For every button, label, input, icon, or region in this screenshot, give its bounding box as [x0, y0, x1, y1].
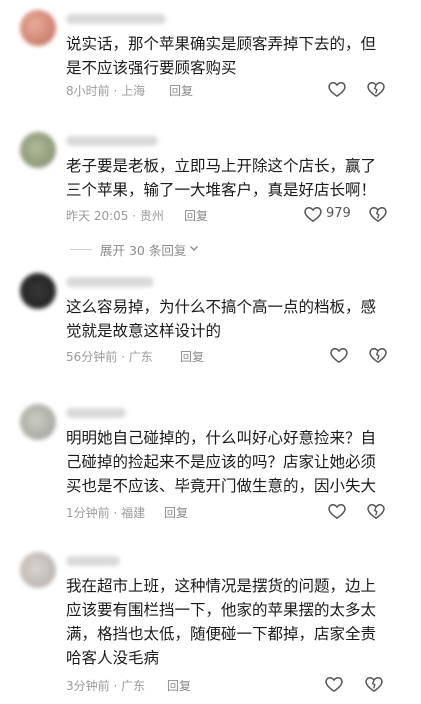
reply-button[interactable]: 回复	[180, 348, 204, 365]
comment-text: 明明她自己碰掉的，什么叫好心好意捡来？自己碰掉的捡起来不是应该的吗？店家让她必须…	[66, 429, 377, 495]
broken-heart-icon	[367, 81, 385, 97]
heart-outline-icon	[328, 81, 346, 97]
like-button[interactable]	[324, 674, 344, 694]
heart-outline-icon	[328, 503, 346, 519]
comment-text: 老子要是老板，立即马上开除这个店长，赢了三个苹果，输了一大堆客户，真是好店长啊！	[66, 157, 377, 199]
broken-heart-icon	[365, 676, 383, 692]
dislike-button[interactable]	[364, 674, 384, 694]
username[interactable]	[66, 277, 154, 287]
comment-text: 这么容易掉，为什么不搞个高一点的档板，感觉就是故意这样设计的	[66, 298, 377, 340]
avatar[interactable]	[20, 132, 56, 168]
like-button[interactable]	[327, 79, 347, 99]
comment-time-location: 昨天 20:05 · 贵州	[66, 209, 164, 223]
avatar[interactable]	[20, 10, 56, 46]
broken-heart-icon	[367, 503, 385, 519]
expand-replies-label: 展开 30 条回复	[100, 243, 187, 258]
dislike-button[interactable]	[368, 204, 388, 224]
dislike-button[interactable]	[366, 501, 386, 521]
dislike-button[interactable]	[366, 79, 386, 99]
comment-text: 我在超市上班，这种情况是摆货的问题，边上应该要有围栏挡一下，他家的苹果摆的太多太…	[66, 577, 377, 667]
comment-time-location: 1分钟前 · 福建	[66, 506, 146, 520]
avatar[interactable]	[20, 552, 56, 588]
like-button[interactable]	[303, 204, 323, 224]
comment-time-location: 3分钟前 · 广东	[66, 679, 146, 693]
username[interactable]	[66, 14, 166, 24]
expand-replies-button[interactable]: 展开 30 条回复	[70, 240, 200, 259]
like-button[interactable]	[329, 345, 349, 365]
reply-button[interactable]: 回复	[184, 207, 208, 224]
heart-outline-icon	[325, 676, 343, 692]
reply-button[interactable]: 回复	[164, 504, 188, 521]
avatar[interactable]	[20, 273, 56, 309]
username[interactable]	[66, 136, 158, 146]
chevron-down-icon	[188, 242, 200, 257]
reply-button[interactable]: 回复	[169, 82, 193, 99]
dislike-button[interactable]	[368, 345, 388, 365]
avatar[interactable]	[20, 404, 56, 440]
heart-outline-icon	[330, 347, 348, 363]
heart-outline-icon	[304, 206, 322, 222]
comment-time-location: 8小时前 · 上海	[66, 84, 146, 98]
broken-heart-icon	[369, 206, 387, 222]
reply-button[interactable]: 回复	[167, 677, 191, 694]
username[interactable]	[66, 408, 126, 418]
like-button[interactable]	[327, 501, 347, 521]
broken-heart-icon	[369, 347, 387, 363]
comment-text: 说实话，那个苹果确实是顾客弄掉下去的，但是不应该强行要顾客购买	[66, 35, 377, 77]
like-count: 979	[326, 206, 351, 221]
divider-line	[70, 249, 92, 250]
comment-time-location: 56分钟前 · 广东	[66, 350, 153, 364]
username[interactable]	[66, 556, 120, 566]
